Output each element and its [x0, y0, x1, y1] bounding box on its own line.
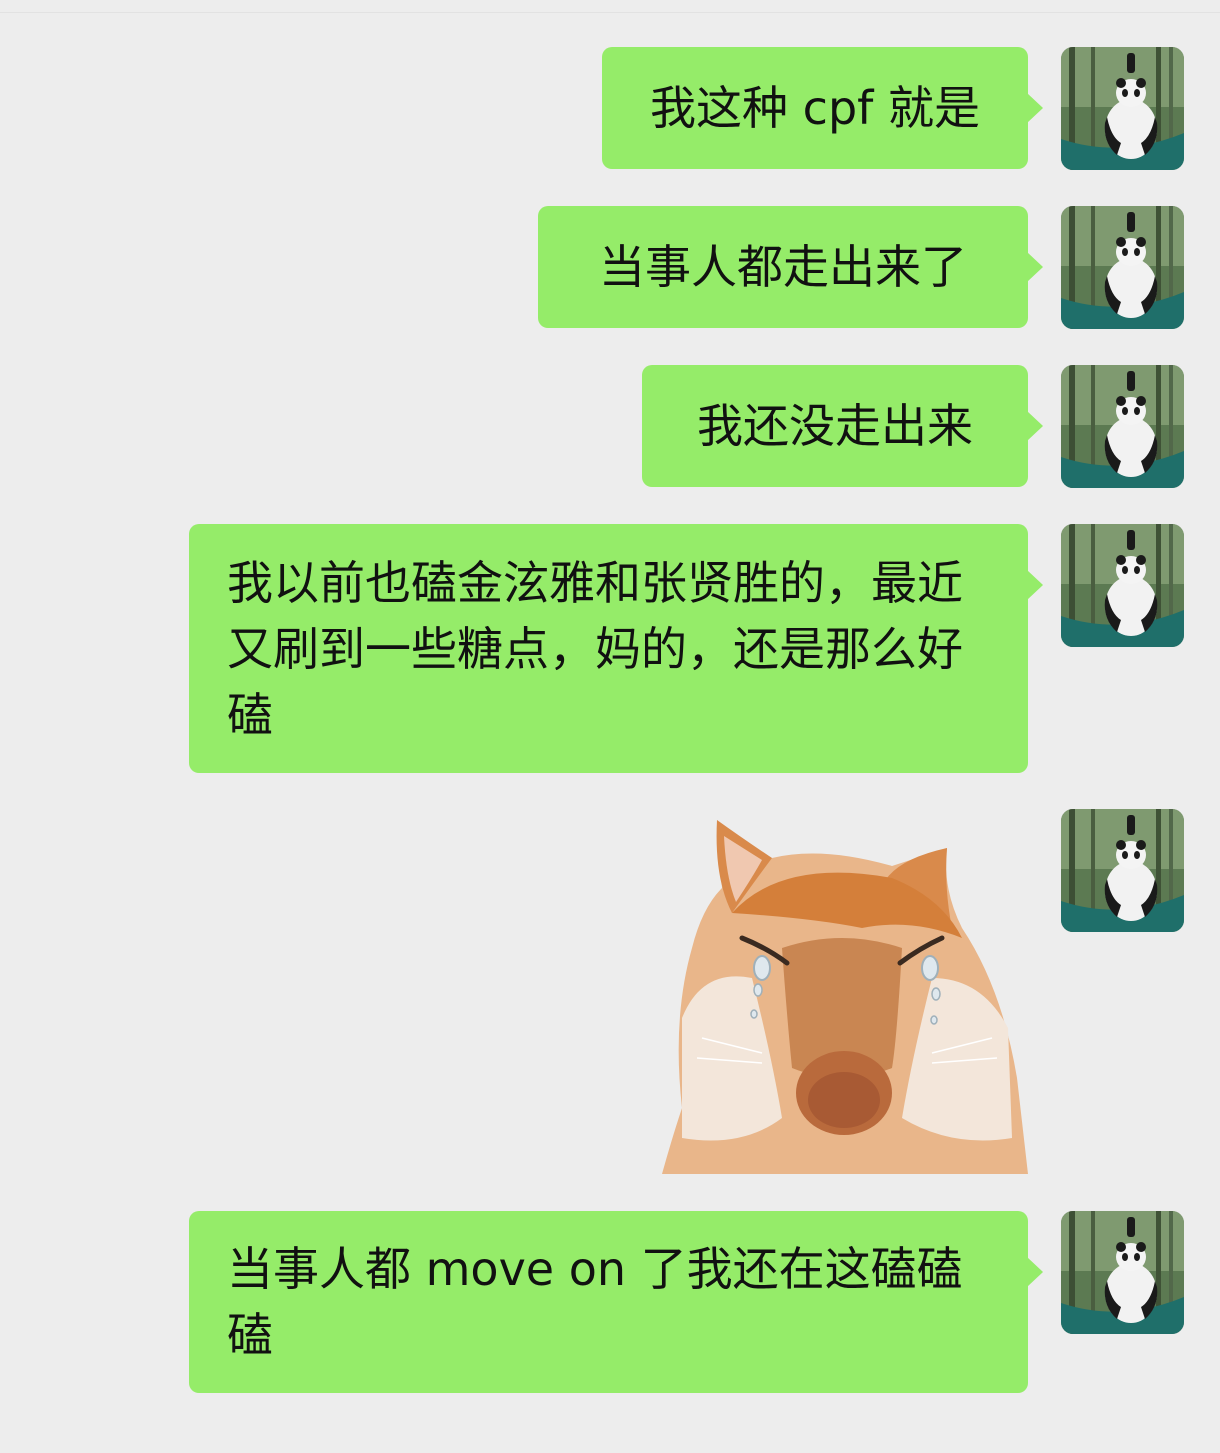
panda-avatar-icon [1061, 524, 1184, 647]
message-text-1: 我这种 cpf 就是 [650, 81, 980, 135]
top-divider [0, 12, 1220, 13]
message-text-4: 我以前也磕金泫雅和张贤胜的，最近又刷到一些糖点，妈的，还是那么好磕 [227, 556, 963, 742]
avatar[interactable] [1061, 365, 1184, 488]
panda-avatar-icon [1061, 47, 1184, 170]
crying-cat-sticker[interactable] [662, 818, 1028, 1174]
avatar[interactable] [1061, 1211, 1184, 1334]
message-text-3: 我还没走出来 [697, 399, 973, 453]
panda-avatar-icon [1061, 365, 1184, 488]
bubble-tail [1027, 1257, 1043, 1287]
bubble-tail [1027, 570, 1043, 600]
message-text-6: 当事人都 move on 了我还在这磕磕磕 [227, 1242, 963, 1362]
avatar[interactable] [1061, 206, 1184, 329]
crying-cat-sticker-icon [662, 820, 1028, 1174]
avatar[interactable] [1061, 809, 1184, 932]
message-bubble-2[interactable]: 当事人都走出来了 [538, 206, 1043, 328]
panda-avatar-icon [1061, 206, 1184, 329]
bubble-tail [1027, 252, 1043, 282]
message-bubble-4[interactable]: 我以前也磕金泫雅和张贤胜的，最近又刷到一些糖点，妈的，还是那么好磕 [189, 524, 1043, 773]
panda-avatar-icon [1061, 809, 1184, 932]
avatar[interactable] [1061, 524, 1184, 647]
avatar[interactable] [1061, 47, 1184, 170]
message-bubble-6[interactable]: 当事人都 move on 了我还在这磕磕磕 [189, 1211, 1043, 1393]
panda-avatar-icon [1061, 1211, 1184, 1334]
message-bubble-3[interactable]: 我还没走出来 [642, 365, 1043, 487]
message-text-2: 当事人都走出来了 [599, 240, 967, 294]
bubble-tail [1027, 411, 1043, 441]
bubble-tail [1027, 93, 1043, 123]
message-bubble-1[interactable]: 我这种 cpf 就是 [602, 47, 1043, 169]
